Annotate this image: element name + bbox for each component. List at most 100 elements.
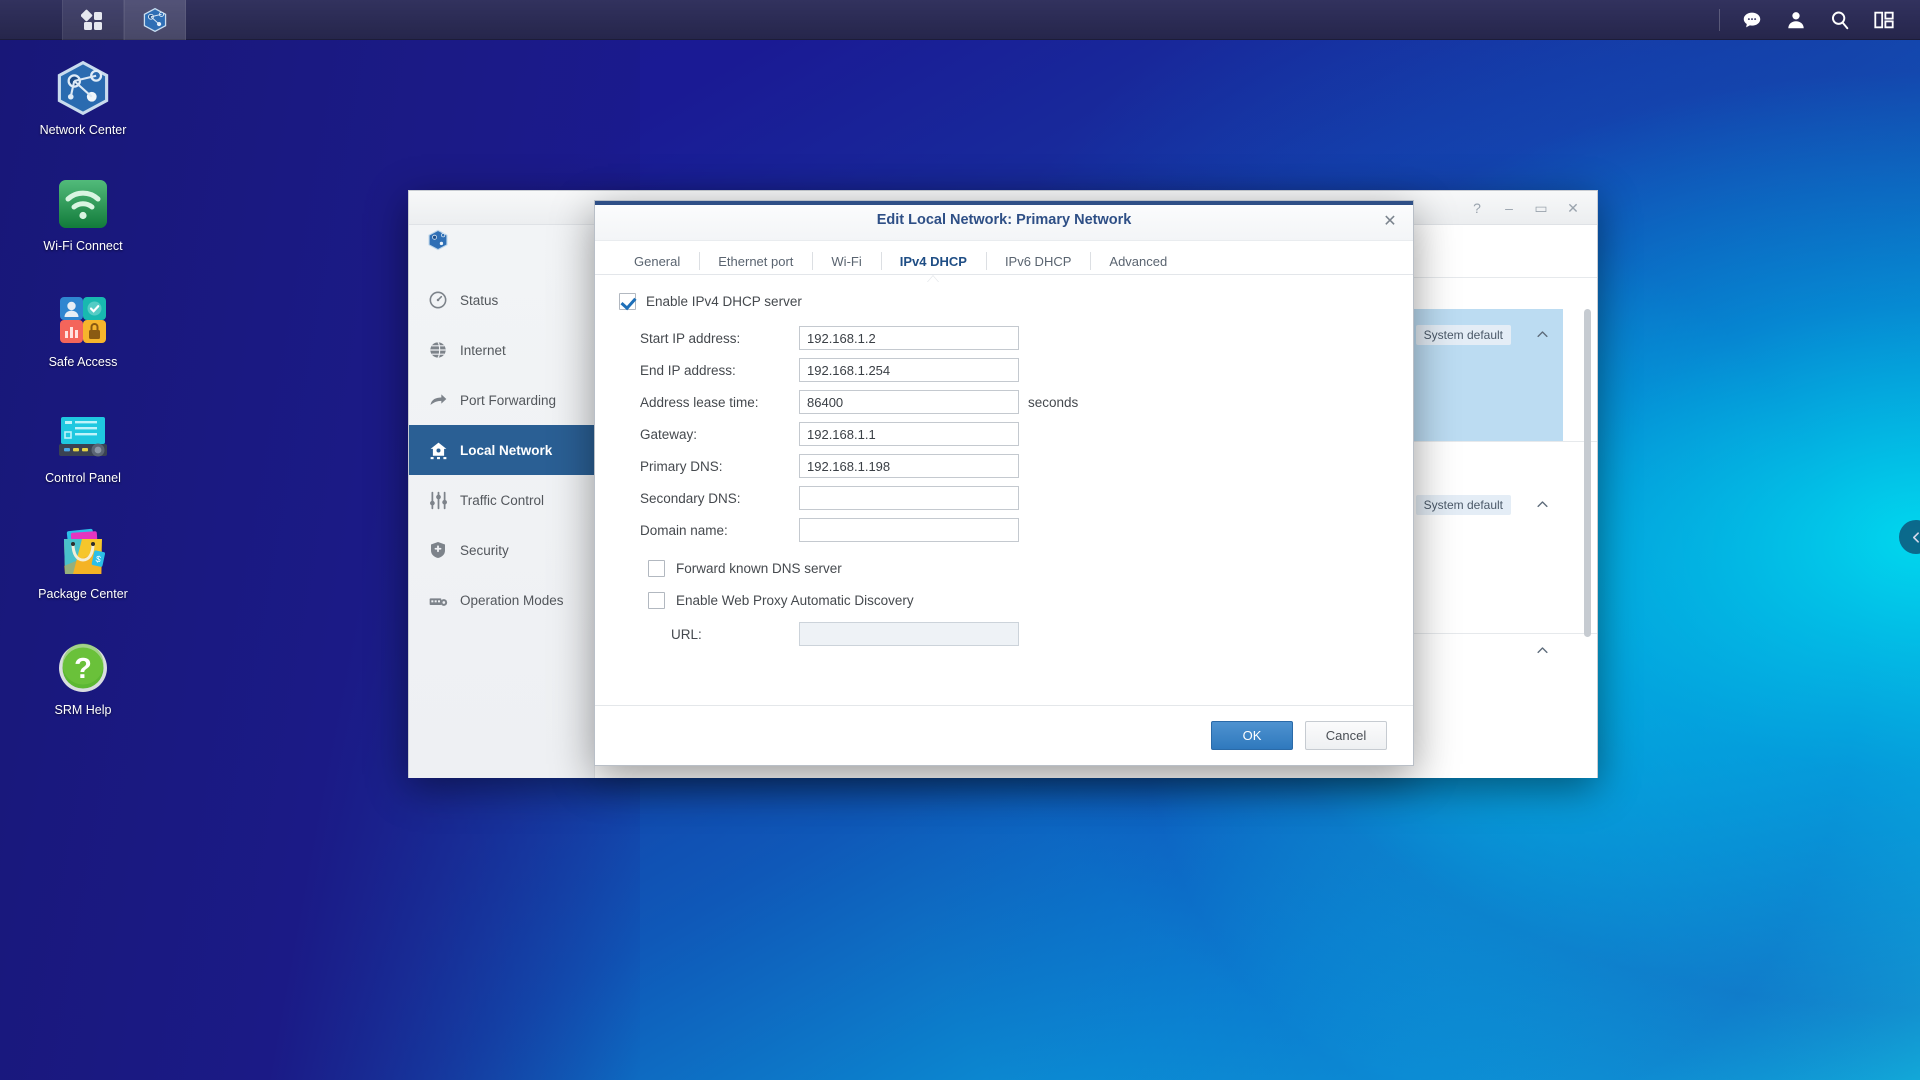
sidebar-item-port-forwarding[interactable]: Port Forwarding bbox=[409, 375, 594, 425]
gateway-label: Gateway: bbox=[640, 426, 698, 442]
start-ip-input[interactable] bbox=[799, 326, 1019, 350]
field-row-url: URL: bbox=[619, 618, 1389, 650]
desktop-icon-network-center[interactable]: Network Center bbox=[18, 60, 148, 138]
field-row-primary-dns: Primary DNS: bbox=[619, 450, 1389, 482]
tab-ethernet-port[interactable]: Ethernet port bbox=[699, 248, 812, 274]
wpad-row[interactable]: Enable Web Proxy Automatic Discovery bbox=[619, 584, 1389, 616]
sidebar-item-operation-modes[interactable]: Operation Modes bbox=[409, 575, 594, 625]
widgets-panel-handle[interactable] bbox=[1899, 520, 1920, 554]
tab-wifi[interactable]: Wi-Fi bbox=[812, 248, 880, 274]
dialog-header: Edit Local Network: Primary Network ✕ bbox=[595, 205, 1413, 241]
user-icon bbox=[1788, 11, 1804, 28]
widgets-icon bbox=[1874, 11, 1894, 28]
field-row-end-ip: End IP address: bbox=[619, 354, 1389, 386]
enable-ipv4-dhcp-row[interactable]: Enable IPv4 DHCP server bbox=[619, 293, 1389, 310]
taskbar-tray bbox=[1719, 0, 1920, 40]
taskbar bbox=[0, 0, 1920, 40]
field-row-start-ip: Start IP address: bbox=[619, 322, 1389, 354]
close-icon[interactable]: ✕ bbox=[1379, 211, 1401, 233]
secondary-dns-input[interactable] bbox=[799, 486, 1019, 510]
taskbar-app-network-center[interactable] bbox=[124, 0, 186, 40]
sidebar-item-label: Security bbox=[460, 542, 509, 558]
operation-modes-icon bbox=[427, 589, 449, 611]
user-account-button[interactable] bbox=[1774, 0, 1818, 40]
notifications-button[interactable] bbox=[1730, 0, 1774, 40]
search-button[interactable] bbox=[1818, 0, 1862, 40]
network-center-sidebar: Status Internet Port Forwarding Local Ne… bbox=[409, 225, 595, 778]
desktop-icon-srm-help[interactable]: ? SRM Help bbox=[18, 640, 148, 718]
sidebar-item-status[interactable]: Status bbox=[409, 275, 594, 325]
field-row-secondary-dns: Secondary DNS: bbox=[619, 482, 1389, 514]
url-label: URL: bbox=[671, 626, 702, 642]
enable-ipv4-dhcp-label: Enable IPv4 DHCP server bbox=[646, 294, 802, 309]
end-ip-input[interactable] bbox=[799, 358, 1019, 382]
sidebar-item-label: Internet bbox=[460, 342, 506, 358]
sidebar-item-label: Operation Modes bbox=[460, 592, 564, 608]
desktop-icon-label: Safe Access bbox=[48, 355, 118, 369]
svg-text:?: ? bbox=[74, 653, 92, 685]
taskbar-main-menu-button[interactable] bbox=[62, 0, 124, 40]
taskbar-left-pad bbox=[0, 0, 62, 40]
enable-ipv4-dhcp-checkbox[interactable] bbox=[619, 293, 636, 310]
forward-dns-row[interactable]: Forward known DNS server bbox=[619, 552, 1389, 584]
sidebar-item-label: Status bbox=[460, 292, 499, 308]
tab-general[interactable]: General bbox=[615, 248, 699, 274]
desktop-icon-package-center[interactable]: $ Package Center bbox=[18, 524, 148, 602]
gateway-input[interactable] bbox=[799, 422, 1019, 446]
field-row-lease-time: Address lease time: seconds bbox=[619, 386, 1389, 418]
search-icon bbox=[1831, 11, 1849, 29]
help-button[interactable]: ? bbox=[1469, 200, 1485, 216]
arrow-forward-icon bbox=[427, 389, 449, 411]
field-row-domain-name: Domain name: bbox=[619, 514, 1389, 546]
safe-access-icon bbox=[55, 292, 111, 348]
tab-ipv4-dhcp[interactable]: IPv4 DHCP bbox=[880, 248, 986, 274]
grid-menu-icon bbox=[81, 9, 102, 30]
edit-local-network-dialog: Edit Local Network: Primary Network ✕ Ge… bbox=[594, 200, 1414, 766]
status-badge: System default bbox=[1415, 325, 1511, 345]
sidebar-item-internet[interactable]: Internet bbox=[409, 325, 594, 375]
minimize-button[interactable]: – bbox=[1501, 200, 1517, 216]
lease-time-unit: seconds bbox=[1028, 394, 1079, 410]
chevron-up-icon[interactable] bbox=[1535, 497, 1549, 511]
sidebar-app-icon-row bbox=[409, 229, 594, 251]
sidebar-item-traffic-control[interactable]: Traffic Control bbox=[409, 475, 594, 525]
wpad-checkbox[interactable] bbox=[648, 591, 665, 609]
cancel-button[interactable]: Cancel bbox=[1305, 721, 1387, 750]
desktop-icon-label: Wi-Fi Connect bbox=[43, 239, 123, 253]
tab-ipv6-dhcp[interactable]: IPv6 DHCP bbox=[985, 248, 1090, 274]
package-center-icon: $ bbox=[55, 524, 111, 580]
shield-icon bbox=[427, 539, 449, 561]
domain-name-input[interactable] bbox=[799, 518, 1019, 542]
chevron-up-icon[interactable] bbox=[1535, 327, 1549, 341]
sidebar-item-security[interactable]: Security bbox=[409, 525, 594, 575]
tray-divider bbox=[1719, 8, 1720, 31]
globe-icon bbox=[427, 339, 449, 361]
close-button[interactable]: ✕ bbox=[1565, 200, 1581, 216]
network-center-icon bbox=[55, 60, 111, 116]
widgets-button[interactable] bbox=[1862, 0, 1906, 40]
desktop-icon-control-panel[interactable]: Control Panel bbox=[18, 408, 148, 486]
dialog-tabs: General Ethernet port Wi-Fi IPv4 DHCP IP… bbox=[595, 241, 1413, 275]
url-input[interactable] bbox=[799, 622, 1019, 646]
chevron-up-icon[interactable] bbox=[1535, 643, 1549, 657]
desktop-icon-label: SRM Help bbox=[54, 703, 112, 717]
lease-time-input[interactable] bbox=[799, 390, 1019, 414]
maximize-button[interactable]: ▭ bbox=[1533, 200, 1549, 216]
wpad-label: Enable Web Proxy Automatic Discovery bbox=[676, 592, 914, 608]
dialog-content: Enable IPv4 DHCP server Start IP address… bbox=[595, 275, 1413, 667]
main-scrollbar[interactable] bbox=[1584, 309, 1591, 637]
gauge-icon bbox=[427, 289, 449, 311]
chat-bubble-icon bbox=[1743, 12, 1761, 27]
primary-dns-label: Primary DNS: bbox=[640, 458, 723, 474]
forward-dns-checkbox[interactable] bbox=[648, 559, 665, 577]
secondary-dns-label: Secondary DNS: bbox=[640, 490, 741, 506]
home-network-icon bbox=[427, 439, 449, 461]
primary-dns-input[interactable] bbox=[799, 454, 1019, 478]
sidebar-item-label: Traffic Control bbox=[460, 492, 545, 508]
ok-button[interactable]: OK bbox=[1211, 721, 1293, 750]
network-center-icon bbox=[143, 7, 167, 32]
tab-advanced[interactable]: Advanced bbox=[1090, 248, 1186, 274]
sidebar-item-local-network[interactable]: Local Network bbox=[409, 425, 594, 475]
desktop-icon-safe-access[interactable]: Safe Access bbox=[18, 292, 148, 370]
desktop-icon-wifi-connect[interactable]: Wi-Fi Connect bbox=[18, 176, 148, 254]
